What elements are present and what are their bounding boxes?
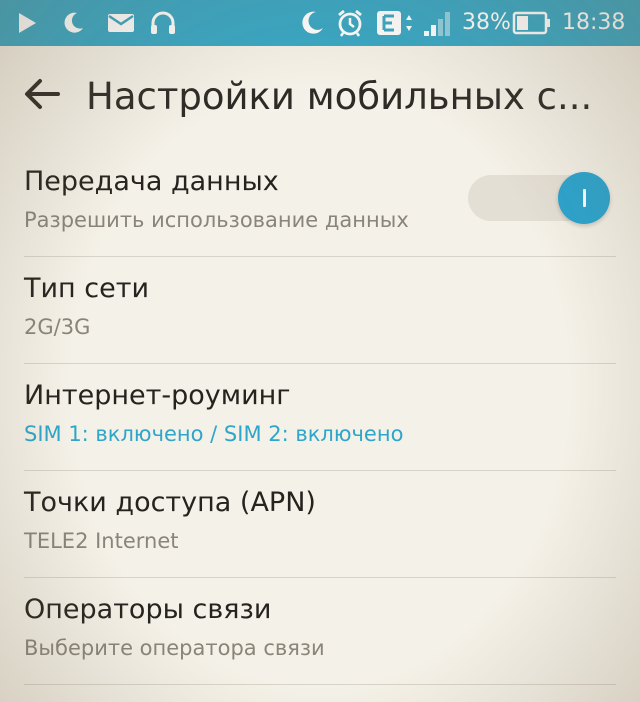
toggle-on-mark-icon bbox=[582, 189, 586, 207]
setting-title: Передача данных bbox=[24, 166, 279, 197]
setting-title: Интернет-роуминг bbox=[24, 380, 291, 411]
settings-list: Передача данных Разрешить использование … bbox=[0, 150, 640, 685]
setting-title: Тип сети bbox=[24, 273, 150, 304]
status-bar: 38% 18:38 bbox=[0, 0, 640, 46]
back-button[interactable] bbox=[14, 68, 70, 124]
setting-summary: 2G/3G bbox=[24, 315, 91, 339]
battery-percent: 38% bbox=[462, 10, 511, 35]
arrow-left-icon bbox=[22, 77, 62, 115]
battery-icon bbox=[512, 8, 552, 38]
setting-summary: TELE2 Internet bbox=[24, 529, 179, 553]
divider bbox=[24, 684, 616, 685]
data-transfer-toggle[interactable] bbox=[468, 172, 616, 224]
toolbar: Настройки мобильных с... bbox=[0, 46, 640, 148]
setting-data-transfer[interactable]: Передача данных Разрешить использование … bbox=[0, 150, 640, 257]
headset-icon bbox=[148, 8, 178, 38]
toggle-knob bbox=[558, 172, 610, 224]
play-icon bbox=[14, 8, 40, 38]
setting-summary: Разрешить использование данных bbox=[24, 208, 409, 232]
setting-internet-roaming[interactable]: Интернет-роуминг SIM 1: включено / SIM 2… bbox=[0, 364, 640, 471]
do-not-disturb-icon bbox=[296, 8, 328, 38]
mail-icon bbox=[106, 8, 136, 38]
setting-title: Точки доступа (APN) bbox=[24, 487, 316, 518]
alarm-icon bbox=[334, 8, 366, 38]
setting-network-type[interactable]: Тип сети 2G/3G bbox=[0, 257, 640, 364]
clock: 18:38 bbox=[562, 10, 626, 35]
setting-summary: Выберите оператора связи bbox=[24, 636, 325, 660]
network-type-icon bbox=[376, 8, 418, 38]
setting-access-points[interactable]: Точки доступа (APN) TELE2 Internet bbox=[0, 471, 640, 578]
moon-icon bbox=[58, 8, 88, 38]
setting-title: Операторы связи bbox=[24, 594, 272, 625]
page-title: Настройки мобильных с... bbox=[86, 75, 593, 118]
setting-network-operators[interactable]: Операторы связи Выберите оператора связи bbox=[0, 578, 640, 685]
setting-summary: SIM 1: включено / SIM 2: включено bbox=[24, 422, 404, 446]
signal-icon bbox=[422, 8, 454, 38]
